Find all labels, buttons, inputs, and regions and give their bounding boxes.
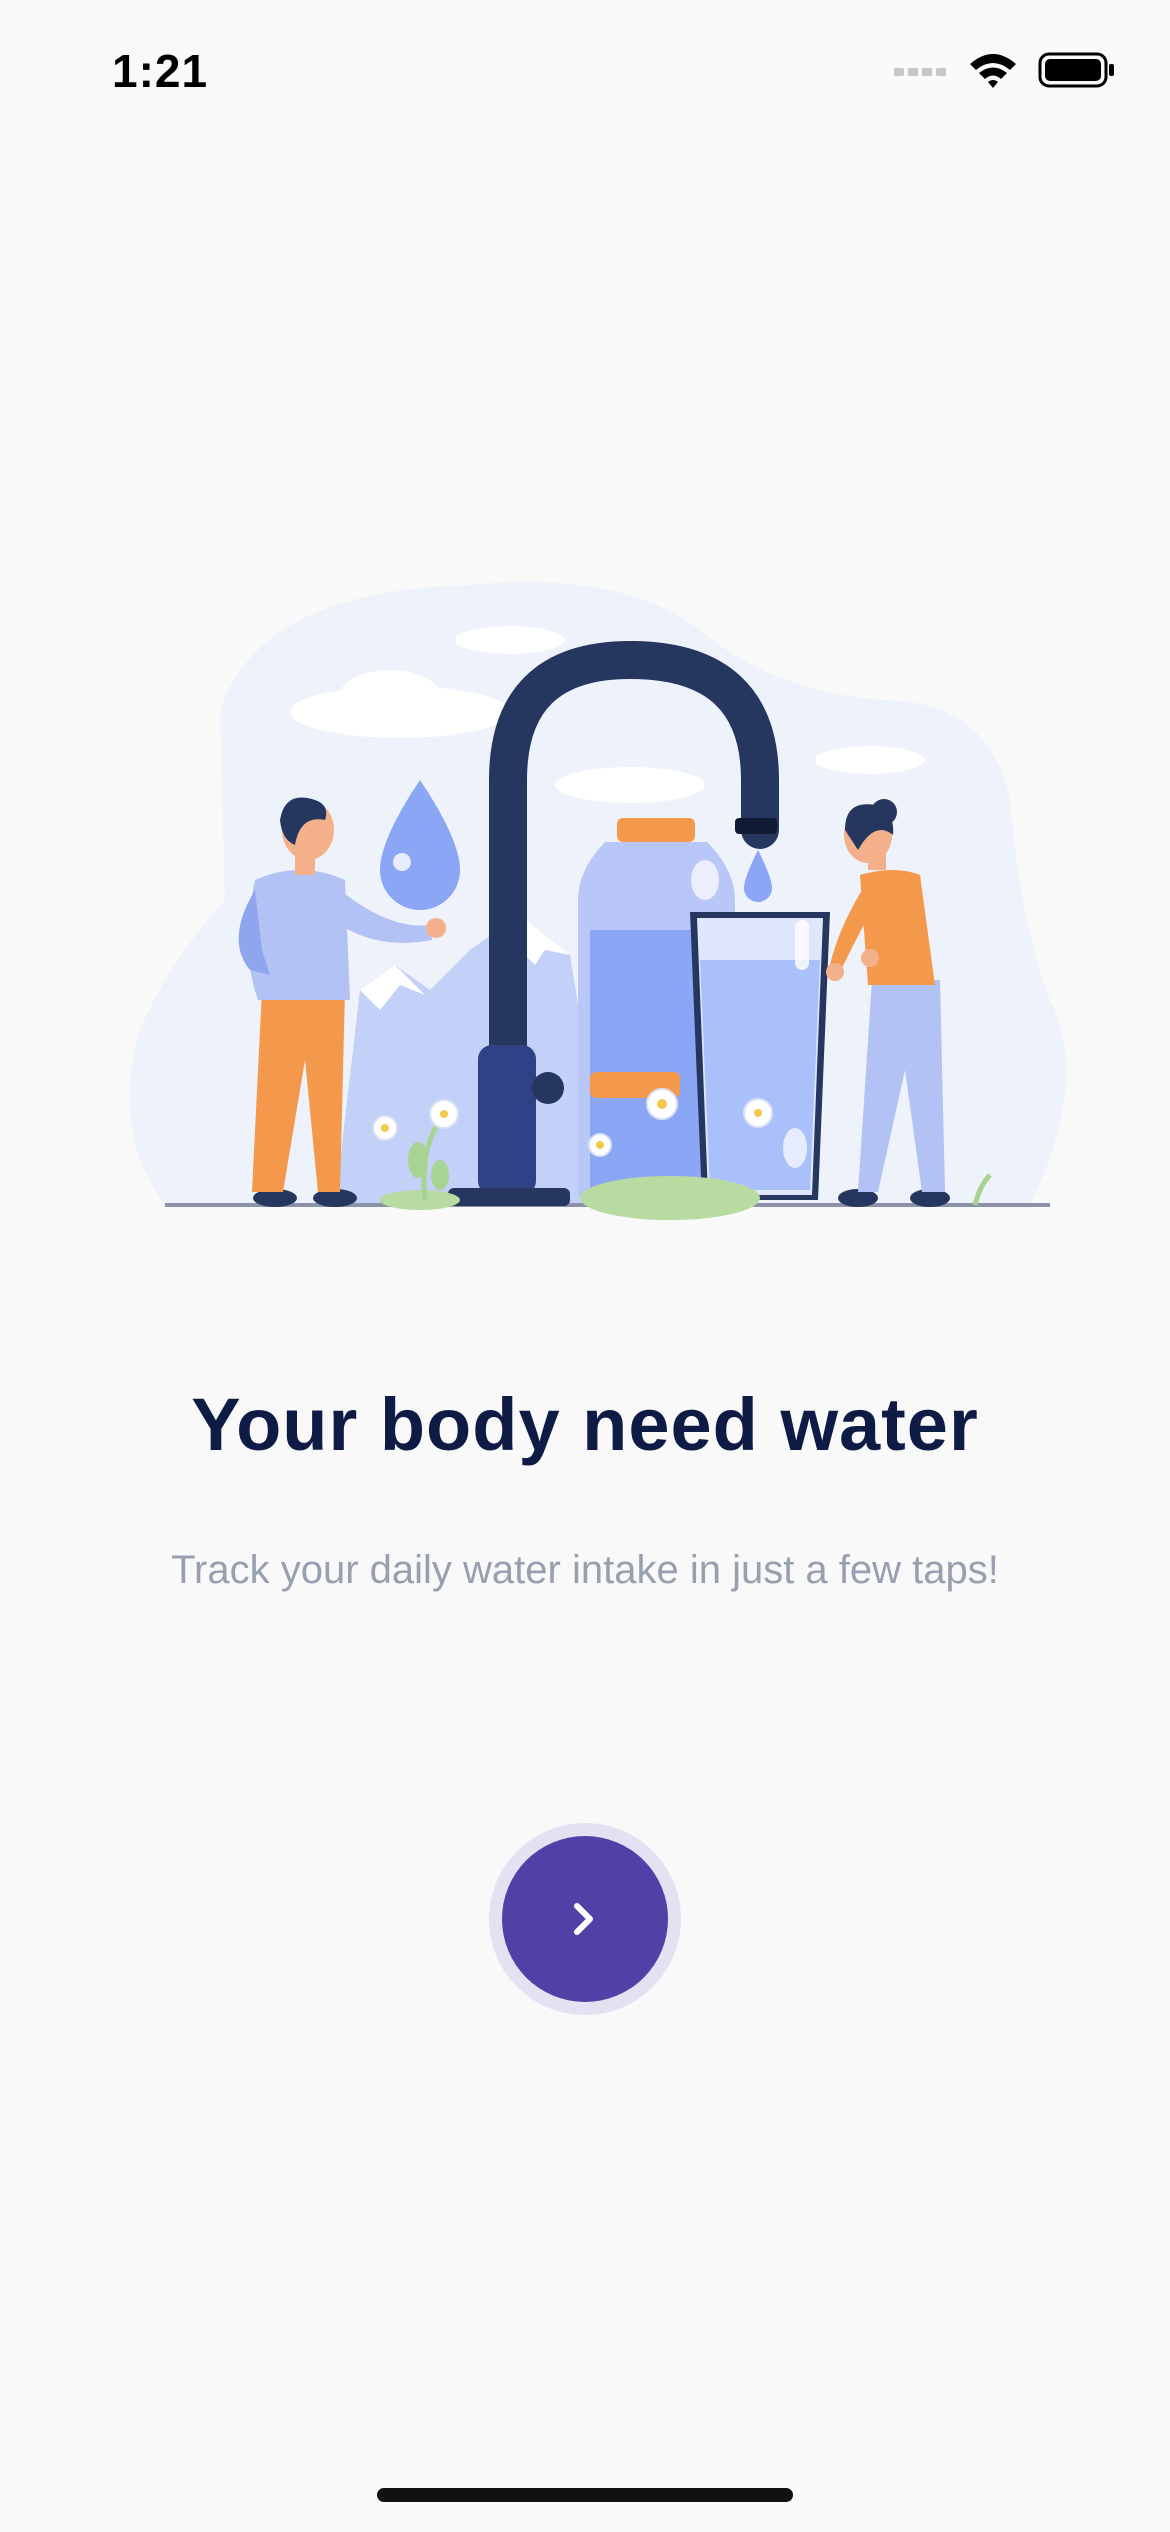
battery-icon: [1038, 52, 1114, 88]
status-icons: [894, 50, 1116, 90]
chevron-right-icon: [574, 1903, 593, 1935]
wifi-icon: [970, 54, 1016, 88]
flower-icon: [372, 1088, 773, 1157]
water-faucet-illustration: [129, 582, 1067, 1220]
water-drop-icon: [744, 850, 772, 902]
cloud-icon: [290, 626, 925, 803]
background-blob: [129, 582, 1067, 1205]
water-glass: [690, 912, 830, 1200]
home-indicator: [377, 2488, 793, 2502]
faucet-icon: [448, 640, 779, 1206]
onboarding-subtitle: Track your daily water intake in just a …: [171, 1548, 999, 1592]
onboarding-title: Your body need water: [191, 1383, 979, 1466]
next-button[interactable]: [502, 1836, 668, 2002]
next-button-container: [478, 1812, 692, 2026]
woman-figure: [826, 799, 950, 1207]
status-bar: 1:21: [0, 0, 1170, 150]
signal-icon: [894, 68, 946, 76]
mountain-range: [335, 915, 610, 1205]
status-time: 1:21: [112, 45, 209, 97]
plants: [380, 1118, 992, 1220]
man-figure: [238, 797, 446, 1207]
water-bottle: [578, 818, 735, 1195]
water-drop-icon: [380, 780, 460, 910]
